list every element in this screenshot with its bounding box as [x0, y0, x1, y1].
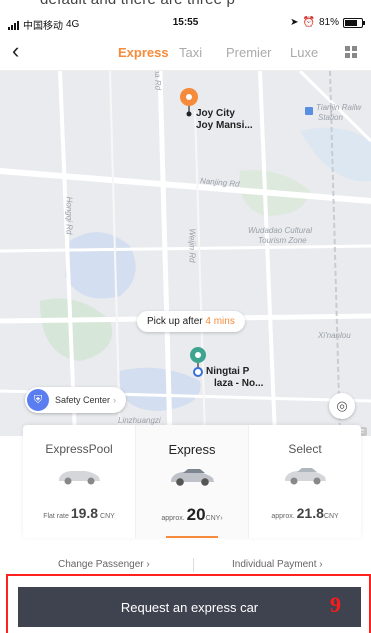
car-icon	[171, 469, 214, 486]
tab-taxi[interactable]: Taxi	[179, 45, 202, 60]
safety-center-button[interactable]: ⛨ Safety Center ›	[25, 387, 127, 413]
car-options-panel: ExpressPool Flat rate 19.8 CNY Express a…	[23, 425, 361, 538]
tab-premier[interactable]: Premier	[226, 45, 272, 60]
map-label-road: na Rd	[152, 71, 163, 91]
map-label-xinanlou: Xi'nanlou	[318, 331, 351, 340]
status-bar: 中国移动 4G 15:55 ➤ ⏰ 81%	[0, 12, 371, 34]
change-passenger-link[interactable]: Change Passenger ›	[58, 559, 150, 570]
shield-icon: ⛨	[27, 389, 49, 411]
tab-express[interactable]: Express	[118, 45, 169, 60]
caption-text: default and there are three p	[40, 0, 235, 8]
service-tab-bar: ‹ Express Taxi Premier Luxe	[0, 34, 371, 71]
tab-luxe[interactable]: Luxe	[290, 45, 318, 60]
map-label-wudadao: Wudadao Cultural	[248, 226, 313, 235]
map-label-hongqi-rd: Hongqi Rd	[64, 196, 74, 235]
map-label-tourism: Tourism Zone	[258, 236, 307, 245]
option-price: Flat rate 19.8 CNY	[43, 505, 115, 521]
locate-me-icon[interactable]: ◎	[329, 393, 355, 419]
ride-settings-row: Change Passenger › Individual Payment ›	[20, 556, 360, 574]
map-label-station: Station	[318, 113, 343, 122]
option-price: approx. 21.8CNY	[271, 505, 339, 521]
map-label-linzhuangzi: Linzhuangzi	[118, 416, 161, 425]
map-view[interactable]: na Rd Nanjing Rd Hongqi Rd Weijin Rd Wud…	[0, 71, 371, 436]
battery-icon	[343, 17, 365, 28]
option-name: Select	[288, 442, 322, 456]
option-expresspool[interactable]: ExpressPool Flat rate 19.8 CNY	[23, 425, 135, 538]
car-icon	[59, 471, 100, 485]
location-arrow-icon: ➤	[290, 17, 299, 28]
destination-label: Joy City Joy Mansi...	[196, 108, 253, 131]
option-select[interactable]: Select approx. 21.8CNY	[248, 425, 361, 538]
car-icon	[285, 468, 326, 485]
map-label-tianjin: Tianjin Railw	[316, 103, 362, 112]
caption-strip: default and there are three p	[0, 0, 371, 12]
pickup-point-label: Ningtai P laza - No...	[206, 366, 264, 389]
divider	[193, 558, 194, 572]
request-express-car-button[interactable]: Request an express car	[18, 587, 361, 627]
map-roads	[0, 71, 371, 436]
chevron-right-icon: ›	[113, 395, 117, 405]
back-icon[interactable]: ‹	[12, 40, 36, 64]
option-name: Express	[168, 442, 216, 457]
pickup-time-bubble: Pick up after 4 mins	[137, 311, 245, 332]
option-price: approx. 20CNY›	[161, 505, 223, 524]
option-express[interactable]: Express approx. 20CNY›	[135, 425, 248, 538]
battery-percent: 81%	[318, 17, 339, 28]
map-label-weijin-rd: Weijin Rd	[187, 228, 197, 263]
annotation-number: 9	[330, 592, 341, 617]
grid-menu-icon[interactable]	[345, 46, 357, 58]
alarm-icon: ⏰	[302, 17, 315, 28]
option-name: ExpressPool	[45, 442, 113, 456]
individual-payment-link[interactable]: Individual Payment ›	[232, 559, 323, 570]
